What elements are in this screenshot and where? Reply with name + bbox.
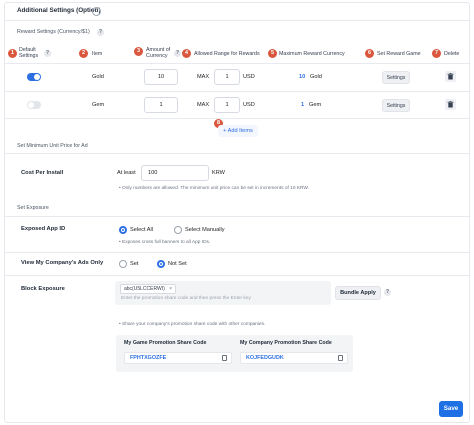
bundle-apply-button[interactable]: Bundle Apply xyxy=(335,286,381,300)
max-reward-item: Gem xyxy=(309,102,322,108)
max-input[interactable]: 1 xyxy=(214,97,240,113)
step-badge-3: 3 xyxy=(134,47,143,56)
cost-note: • Only numbers are allowed. The minimum … xyxy=(119,186,309,191)
app-id-note: • Exposes cross full banners to all App … xyxy=(119,240,211,245)
help-icon[interactable]: ? xyxy=(174,50,181,57)
step-badge-6: 6 xyxy=(365,49,374,58)
radio-select-all[interactable] xyxy=(119,226,127,234)
trash-icon[interactable] xyxy=(445,71,456,82)
share-code-chip-text: abc(U5LCCERWI) xyxy=(124,286,165,292)
game-code-label: My Game Promotion Share Code xyxy=(124,340,207,346)
col-item: Item xyxy=(92,51,103,57)
divider xyxy=(5,20,469,21)
radio-select-manually[interactable] xyxy=(174,226,182,234)
help-icon[interactable]: ? xyxy=(384,289,391,296)
divider xyxy=(5,252,469,253)
copy-icon[interactable] xyxy=(338,355,343,361)
reward-settings-label: Reward Settings (Currency/$1) xyxy=(17,29,90,35)
exposed-app-id-label: Exposed App ID xyxy=(21,226,66,232)
settings-button[interactable]: Settings xyxy=(382,99,410,112)
item-name: Gem xyxy=(92,102,105,108)
own-ads-only-label: View My Company's Ads Only xyxy=(21,260,104,266)
max-reward-value: 1 xyxy=(301,102,305,108)
max-label: MAX xyxy=(197,74,210,80)
radio-not-set[interactable] xyxy=(157,260,165,268)
amount-input[interactable]: 1 xyxy=(144,97,178,113)
settings-button[interactable]: Settings xyxy=(382,71,410,84)
max-reward-item: Gold xyxy=(310,74,322,80)
cost-per-install-input[interactable]: 100 xyxy=(141,165,209,181)
divider xyxy=(5,153,469,154)
col-set-reward-game: Set Reward Game xyxy=(377,51,421,57)
unit-label: USD xyxy=(243,102,255,108)
step-badge-2: 2 xyxy=(79,49,88,58)
col-delete: Delete xyxy=(444,51,460,57)
block-exposure-placeholder: Enter the promotion share code and then … xyxy=(121,296,251,301)
cost-per-install-label: Cost Per Install xyxy=(21,170,64,176)
step-badge-7: 7 xyxy=(432,49,441,58)
radio-label-set: Set xyxy=(130,261,139,267)
share-note: • Share your company's promotion share c… xyxy=(119,322,266,327)
share-code-chip: abc(U5LCCERWI) × xyxy=(120,284,177,294)
col-allowed-range: Allowed Range for Rewards xyxy=(194,51,260,57)
max-reward-value: 10 xyxy=(299,74,306,80)
col-max-reward-currency: Maximum Reward Currency xyxy=(279,51,345,57)
unit-label: USD xyxy=(243,74,255,80)
divider xyxy=(5,275,469,276)
radio-label-select-manually: Select Manually xyxy=(185,227,225,233)
step-badge-1: 1 xyxy=(8,49,17,58)
radio-label-not-set: Not Set xyxy=(168,261,187,267)
radio-set[interactable] xyxy=(119,260,127,268)
col-default-settings: Default Settings xyxy=(19,47,39,60)
at-least-label: At least xyxy=(117,170,136,176)
block-exposure-label: Block Exposure xyxy=(21,286,65,292)
currency-label: KRW xyxy=(212,170,225,176)
item-name: Gold xyxy=(92,74,104,80)
copy-icon[interactable] xyxy=(222,355,227,361)
min-unit-price-label: Set Minimum Unit Price for Ad xyxy=(17,143,88,149)
divider xyxy=(5,118,469,119)
step-badge-4: 4 xyxy=(182,49,191,58)
chevron-down-icon[interactable]: ⌄ xyxy=(92,7,101,16)
trash-icon[interactable] xyxy=(445,99,456,110)
set-exposure-label: Set Exposure xyxy=(17,205,49,211)
amount-input[interactable]: 10 xyxy=(144,69,178,85)
max-label: MAX xyxy=(197,102,210,108)
col-amount-of-currency: Amount of Currency xyxy=(146,47,171,60)
section-title: Additional Settings (Option) xyxy=(17,7,101,14)
default-toggle[interactable] xyxy=(27,73,41,81)
radio-label-select-all: Select All xyxy=(130,227,154,233)
divider xyxy=(5,63,469,64)
divider xyxy=(5,216,469,217)
company-code-value: KOJFEDGUDK xyxy=(246,355,284,361)
step-badge-5: 5 xyxy=(268,49,277,58)
add-items-button[interactable]: + Add Items xyxy=(218,125,258,137)
help-icon[interactable]: ? xyxy=(97,29,104,36)
game-code-value: FPHTXGOZFE xyxy=(130,355,167,361)
save-button[interactable]: Save xyxy=(439,401,463,417)
divider xyxy=(5,91,469,92)
max-input[interactable]: 1 xyxy=(214,69,240,85)
help-icon[interactable]: ? xyxy=(44,50,51,57)
default-toggle[interactable] xyxy=(27,101,41,109)
company-code-label: My Company Promotion Share Code xyxy=(240,340,332,346)
close-icon[interactable]: × xyxy=(169,286,172,292)
